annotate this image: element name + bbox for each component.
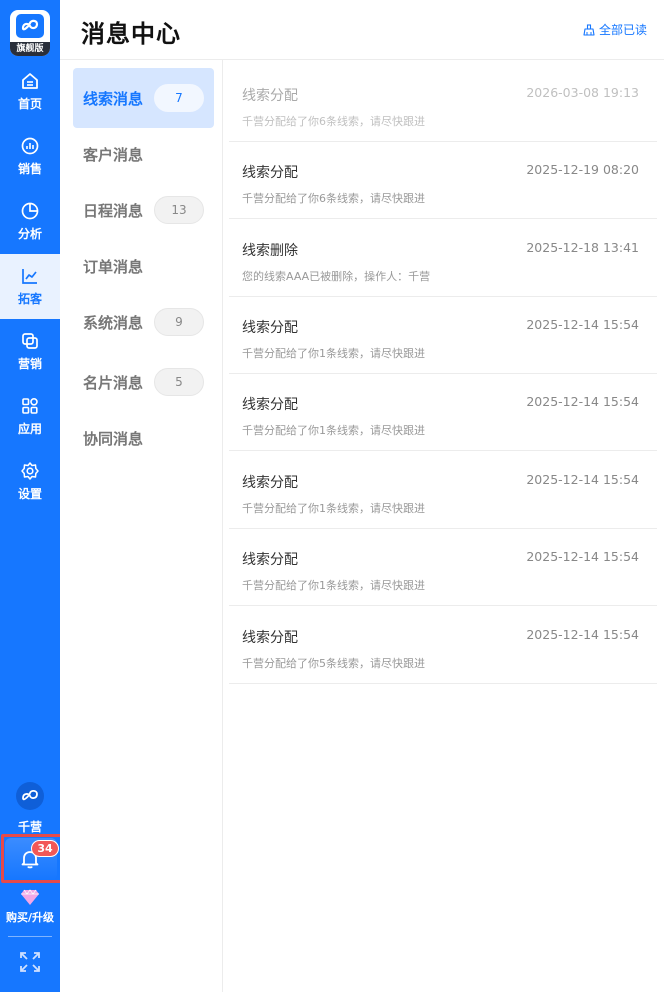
nav-item-marketing[interactable]: 营销	[0, 319, 60, 384]
divider	[8, 936, 52, 937]
message-item[interactable]: 线索分配 2025-12-19 08:20 千营分配给了你6条线索，请尽快跟进	[229, 141, 657, 219]
message-item[interactable]: 线索分配 2025-12-14 15:54 千营分配给了你1条线索，请尽快跟进	[229, 528, 657, 606]
page-header: 消息中心 全部已读	[60, 0, 664, 60]
count-badge: 7	[154, 84, 204, 112]
count-badge: 9	[154, 308, 204, 336]
nav-item-analysis[interactable]: 分析	[0, 189, 60, 254]
message-item[interactable]: 线索分配 2025-12-14 15:54 千营分配给了你1条线索，请尽快跟进	[229, 451, 657, 529]
nav-item-sales[interactable]: 销售	[0, 124, 60, 189]
category-orders[interactable]: 订单消息	[73, 236, 214, 296]
nav-item-home[interactable]: 首页	[0, 59, 60, 124]
nav-label: 应用	[17, 422, 42, 436]
category-business-card[interactable]: 名片消息 5	[73, 352, 214, 412]
nav-label: 拓客	[17, 292, 42, 306]
expand-icon[interactable]	[18, 950, 42, 974]
category-label: 系统消息	[83, 313, 144, 332]
message-date: 2025-12-18 13:41	[526, 240, 639, 255]
category-system[interactable]: 系统消息 9	[73, 292, 214, 352]
message-title: 线索分配	[242, 397, 298, 413]
message-summary: 千营分配给了你1条线索，请尽快跟进	[242, 502, 425, 515]
message-item[interactable]: 线索分配 2025-12-14 15:54 千营分配给了你1条线索，请尽快跟进	[229, 296, 657, 374]
message-date: 2025-12-14 15:54	[526, 394, 639, 409]
nav-item-prospecting[interactable]: 拓客	[0, 254, 60, 319]
category-label: 名片消息	[83, 373, 144, 392]
edition-tag: 旗舰版	[10, 42, 50, 56]
notification-badge: 34	[31, 840, 59, 857]
category-schedule[interactable]: 日程消息 13	[73, 180, 214, 240]
message-date: 2025-12-14 15:54	[526, 549, 639, 564]
nav-item-apps[interactable]: 应用	[0, 384, 60, 449]
message-title: 线索分配	[242, 475, 298, 491]
page-title: 消息中心	[81, 20, 181, 48]
message-summary: 千营分配给了你5条线索，请尽快跟进	[242, 657, 425, 670]
message-date: 2025-12-19 08:20	[526, 162, 639, 177]
category-label: 协同消息	[83, 429, 144, 448]
message-summary: 千营分配给了你1条线索，请尽快跟进	[242, 579, 425, 592]
user-name: 千营	[17, 820, 42, 834]
message-item[interactable]: 线索删除 2025-12-18 13:41 您的线索AAA已被删除，操作人：千营	[229, 219, 657, 297]
avatar	[16, 782, 44, 810]
infinity-logo-icon	[16, 14, 44, 38]
category-label: 线索消息	[83, 89, 144, 108]
category-leads[interactable]: 线索消息 7	[73, 68, 214, 128]
nav-label: 分析	[17, 227, 42, 241]
category-label: 日程消息	[83, 201, 144, 220]
upgrade-button[interactable]: 购买/升级	[0, 888, 60, 930]
nav-label: 首页	[17, 97, 42, 111]
message-date: 2025-12-14 15:54	[526, 472, 639, 487]
broom-icon	[583, 23, 595, 36]
message-summary: 您的线索AAA已被删除，操作人：千营	[242, 270, 431, 283]
message-title: 线索分配	[242, 630, 298, 646]
message-summary: 千营分配给了你1条线索，请尽快跟进	[242, 424, 425, 437]
infinity-logo-icon	[22, 789, 38, 801]
category-collaboration[interactable]: 协同消息	[73, 408, 214, 468]
message-item[interactable]: 线索分配 2026-03-08 19:13 千营分配给了你6条线索，请尽快跟进	[229, 64, 657, 142]
category-list: 线索消息 7 客户消息 日程消息 13 订单消息 系统消息 9 名片消息 5 协…	[60, 60, 223, 992]
mark-all-read-button[interactable]: 全部已读	[583, 21, 647, 38]
mark-all-read-label: 全部已读	[598, 23, 647, 37]
sales-chart-icon	[21, 137, 39, 155]
message-date: 2025-12-14 15:54	[526, 627, 639, 642]
app-logo[interactable]: 旗舰版	[10, 10, 50, 56]
message-summary: 千营分配给了你6条线索，请尽快跟进	[242, 192, 425, 205]
nav-label: 设置	[17, 487, 42, 501]
diamond-icon	[21, 889, 39, 905]
gear-icon	[21, 462, 39, 480]
pie-chart-icon	[21, 202, 39, 220]
apps-grid-icon	[22, 398, 38, 414]
home-icon	[22, 73, 38, 89]
nav-label: 销售	[17, 162, 42, 176]
message-title: 线索删除	[242, 243, 298, 259]
user-profile[interactable]: 千营	[0, 780, 60, 836]
trend-line-icon	[22, 269, 37, 284]
nav-item-settings[interactable]: 设置	[0, 449, 60, 514]
message-title: 线索分配	[242, 165, 298, 181]
message-title: 线索分配	[242, 88, 298, 104]
message-item[interactable]: 线索分配 2025-12-14 15:54 千营分配给了你5条线索，请尽快跟进	[229, 606, 657, 684]
message-list: 线索分配 2026-03-08 19:13 千营分配给了你6条线索，请尽快跟进 …	[223, 60, 664, 992]
count-badge: 5	[154, 368, 204, 396]
category-label: 订单消息	[83, 257, 144, 276]
upgrade-label: 购买/升级	[5, 911, 55, 924]
message-title: 线索分配	[242, 552, 298, 568]
message-item[interactable]: 线索分配 2025-12-14 15:54 千营分配给了你1条线索，请尽快跟进	[229, 373, 657, 451]
nav-label: 营销	[17, 357, 42, 371]
marketing-icon	[22, 333, 38, 349]
category-label: 客户消息	[83, 145, 144, 164]
message-summary: 千营分配给了你1条线索，请尽快跟进	[242, 347, 425, 360]
message-date: 2025-12-14 15:54	[526, 317, 639, 332]
category-customers[interactable]: 客户消息	[73, 124, 214, 184]
message-date: 2026-03-08 19:13	[526, 85, 639, 100]
count-badge: 13	[154, 196, 204, 224]
message-summary: 千营分配给了你6条线索，请尽快跟进	[242, 115, 425, 128]
message-title: 线索分配	[242, 320, 298, 336]
